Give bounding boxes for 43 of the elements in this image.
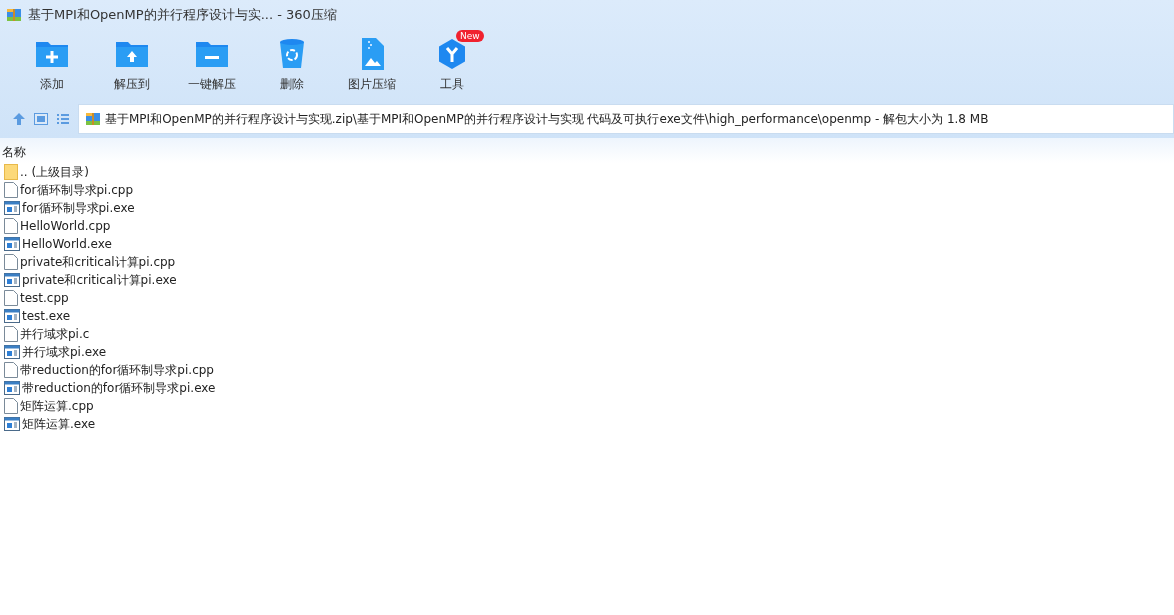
new-badge: New bbox=[456, 30, 484, 42]
file-name[interactable]: private和critical计算pi.exe bbox=[22, 271, 177, 289]
toolbar-button[interactable]: 解压到 bbox=[92, 30, 172, 100]
file-name[interactable]: 矩阵运算.cpp bbox=[20, 397, 94, 415]
folder-icon bbox=[4, 164, 18, 180]
file-name[interactable]: private和critical计算pi.cpp bbox=[20, 253, 176, 271]
app-window-icon bbox=[4, 236, 20, 252]
app-window-icon bbox=[4, 272, 20, 288]
thumbnail-view-icon[interactable] bbox=[34, 112, 48, 126]
toolbar-button[interactable]: 图片压缩 bbox=[332, 30, 412, 100]
file-name[interactable]: 矩阵运算.exe bbox=[22, 415, 96, 433]
file-icon bbox=[4, 326, 18, 342]
file-icon bbox=[4, 254, 18, 270]
file-name[interactable]: .. (上级目录) bbox=[20, 163, 89, 181]
file-name[interactable]: for循环制导求pi.exe bbox=[22, 199, 135, 217]
toolbar-button[interactable]: 一键解压 bbox=[172, 30, 252, 100]
archive-icon bbox=[85, 111, 101, 127]
file-name[interactable]: 带reduction的for循环制导求pi.exe bbox=[22, 379, 216, 397]
file-name[interactable]: test.exe bbox=[22, 309, 71, 323]
file-name[interactable]: HelloWorld.cpp bbox=[20, 219, 111, 233]
file-name[interactable]: HelloWorld.exe bbox=[22, 237, 112, 251]
file-icon bbox=[4, 218, 18, 234]
address-field[interactable]: 基于MPI和OpenMP的并行程序设计与实现.zip\基于MPI和OpenMP的并行程序设计与实现 代码及可执行exe文件\high_performance\openmp - 解包大小为 1.8 MB bbox=[78, 104, 1174, 134]
file-name[interactable]: 并行域求pi.exe bbox=[22, 343, 107, 361]
toolbar-button[interactable]: New 工具 bbox=[412, 30, 492, 100]
file-icon bbox=[4, 398, 18, 414]
file-icon bbox=[4, 290, 18, 306]
up-arrow-icon[interactable] bbox=[12, 112, 26, 126]
file-name[interactable]: 带reduction的for循环制导求pi.cpp bbox=[20, 361, 214, 379]
archive-icon bbox=[6, 7, 22, 23]
file-icon bbox=[4, 362, 18, 378]
app-window-icon bbox=[4, 308, 20, 324]
app-window-icon bbox=[4, 200, 20, 216]
window-title: 基于MPI和OpenMP的并行程序设计与实... - 360压缩 bbox=[28, 6, 337, 24]
file-name[interactable]: 并行域求pi.c bbox=[20, 325, 90, 343]
app-window-icon bbox=[4, 344, 20, 360]
toolbar-button[interactable]: 删除 bbox=[252, 30, 332, 100]
file-icon bbox=[4, 182, 18, 198]
file-name[interactable]: for循环制导求pi.cpp bbox=[20, 181, 134, 199]
app-window-icon bbox=[4, 380, 20, 396]
toolbar-button[interactable]: 添加 bbox=[12, 30, 92, 100]
file-name[interactable]: test.cpp bbox=[20, 291, 69, 305]
list-view-icon[interactable] bbox=[56, 112, 70, 126]
